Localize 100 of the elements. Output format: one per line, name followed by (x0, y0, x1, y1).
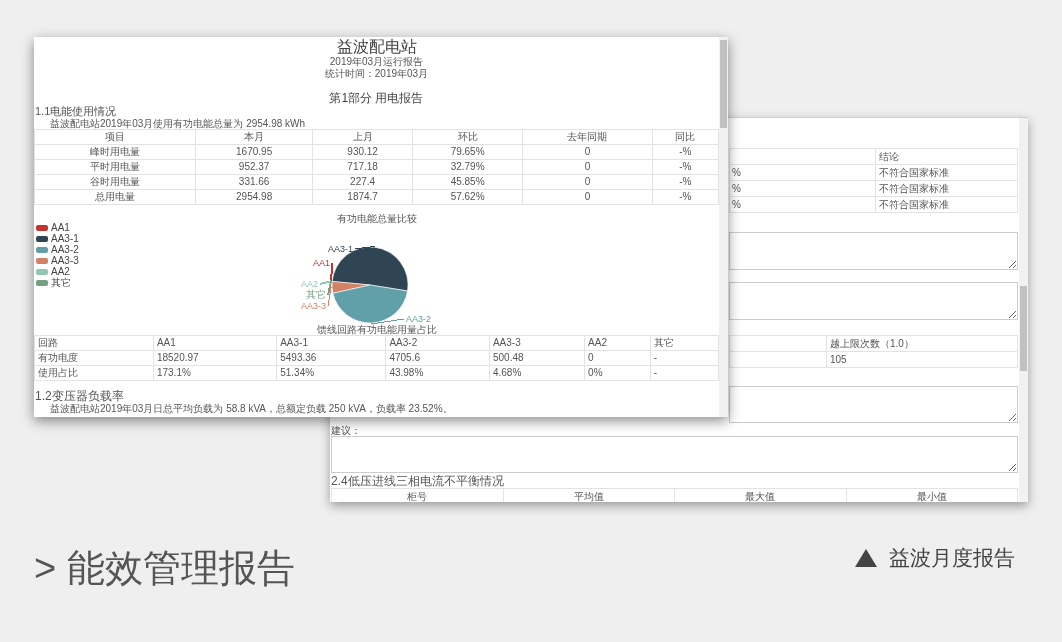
table-cell: 500.48 (489, 350, 585, 366)
slice-label: AA3-3 (301, 301, 326, 311)
table-cell: 0% (584, 365, 651, 381)
slice-label: AA3-1 (328, 244, 353, 254)
column-header: 环比 (412, 129, 523, 145)
text-area-field[interactable] (729, 282, 1018, 320)
table-cell: - (650, 350, 719, 366)
table-cell: AA2 (584, 335, 651, 351)
caption-heading: > 能效管理报告 (34, 546, 295, 591)
table-cell: 有功电度 (34, 350, 154, 366)
scrollbar[interactable] (1019, 118, 1028, 502)
table-cell: 45.85% (412, 174, 523, 190)
report-title: 益波配电站 (336, 38, 417, 56)
table-cell: % (729, 196, 876, 213)
text-area-field[interactable] (331, 436, 1018, 473)
table-cell: 总用电量 (34, 189, 196, 205)
column-header: 最大值 (674, 488, 846, 502)
table-cell: AA3-1 (276, 335, 386, 351)
scrollbar[interactable] (719, 37, 728, 417)
table-cell: 峰时用电量 (34, 144, 196, 160)
table-cell: -% (652, 144, 719, 160)
period-text: 统计时间：2019年03月 (324, 68, 429, 79)
leader-line (354, 245, 376, 250)
table-cell: 105 (826, 351, 1018, 368)
chart-title: 有功电能总量比较 (335, 213, 418, 224)
column-header: 平均值 (503, 488, 675, 502)
table-cell: 谷时用电量 (34, 174, 196, 190)
legend-label: AA3-3 (51, 255, 79, 266)
scrollbar-thumb[interactable] (1020, 286, 1027, 371)
section-heading: 1.2变压器负载率 (34, 389, 125, 403)
table-cell: -% (652, 189, 719, 205)
table-cell: 930.12 (312, 144, 413, 160)
table-cell: AA3-3 (489, 335, 585, 351)
table-cell: 不符合国家标准 (875, 180, 1018, 197)
table-cell: 57.62% (412, 189, 523, 205)
table-cell: 2954.98 (195, 189, 313, 205)
leader-line (370, 318, 405, 325)
table-cell: 32.79% (412, 159, 523, 175)
chart-caption: 馈线回路有功电能用量占比 (315, 324, 438, 335)
table-cell: 79.65% (412, 144, 523, 160)
summary-text: 益波配电站2019年03月日总平均负载为 58.8 kVA，总额定负载 250 kVA，负载率 23.52%。 (49, 403, 454, 414)
table-cell: 0 (522, 144, 653, 160)
column-header: 同比 (652, 129, 719, 145)
table-cell: 0 (584, 350, 651, 366)
summary-text: 益波配电站2019年03月使用有功电能总量为 2954.98 kWh (49, 118, 307, 129)
table-cell: 回路 (34, 335, 154, 351)
table-cell: 4.68% (489, 365, 585, 381)
table-cell: 不符合国家标准 (875, 196, 1018, 213)
legend-label: AA3-1 (51, 233, 79, 244)
table-cell: % (729, 164, 876, 181)
column-header: 最小值 (846, 488, 1018, 502)
table-cell: -% (652, 159, 719, 175)
column-header: 柜号 (331, 488, 503, 502)
table-cell: -% (652, 174, 719, 190)
table-cell: 717.18 (312, 159, 413, 175)
section-heading: 2.4低压进线三相电流不平衡情况 (331, 474, 504, 488)
table-cell: 1874.7 (312, 189, 413, 205)
table-cell: AA3-2 (385, 335, 490, 351)
text-area-field[interactable] (729, 232, 1018, 270)
table-cell: AA1 (153, 335, 277, 351)
slice-label: 其它 (306, 289, 326, 300)
table-cell: - (650, 365, 719, 381)
report-subtitle: 2019年03月运行报告 (329, 56, 424, 68)
column-header: 项目 (34, 129, 196, 145)
scrollbar-thumb[interactable] (720, 40, 727, 128)
table-cell: 18520.97 (153, 350, 277, 366)
table-cell: 0 (522, 159, 653, 175)
table-cell: % (729, 180, 876, 197)
field-label: 建议： (331, 425, 361, 436)
column-header: 去年同期 (522, 129, 653, 145)
table-cell: 0 (522, 174, 653, 190)
text-area-field[interactable] (729, 386, 1018, 423)
column-header: 本月 (195, 129, 313, 145)
section-heading: 1.1电能使用情况 (34, 105, 118, 118)
legend-label: AA3-2 (51, 244, 79, 255)
table-cell: 使用占比 (34, 365, 154, 381)
slice-label: AA1 (313, 258, 330, 268)
table-cell: 331.66 (195, 174, 313, 190)
table-cell: 5493.36 (276, 350, 386, 366)
table-cell: 952.37 (195, 159, 313, 175)
column-header: 上月 (312, 129, 413, 145)
column-header: 结论 (875, 148, 1018, 165)
legend-label: AA1 (51, 222, 70, 233)
caption-label: 益波月度报告 (889, 545, 1015, 571)
table-cell: 4705.6 (385, 350, 490, 366)
table-cell: 51.34% (276, 365, 386, 381)
legend-label: 其它 (51, 277, 71, 288)
part-heading: 第1部分 用电报告 (329, 91, 424, 105)
table-cell: 其它 (650, 335, 719, 351)
table-cell: 173.1% (153, 365, 277, 381)
table-cell: 0 (522, 189, 653, 205)
table-cell: 227.4 (312, 174, 413, 190)
slice-label: AA2 (301, 279, 318, 289)
table-cell: 平时用电量 (34, 159, 196, 175)
triangle-icon (855, 549, 877, 567)
column-header: 越上限次数（1.0） (826, 335, 1018, 352)
table-cell: 不符合国家标准 (875, 164, 1018, 181)
table-cell: 1670.95 (195, 144, 313, 160)
table-cell: 43.98% (385, 365, 490, 381)
slice-label: AA3-2 (406, 314, 431, 324)
